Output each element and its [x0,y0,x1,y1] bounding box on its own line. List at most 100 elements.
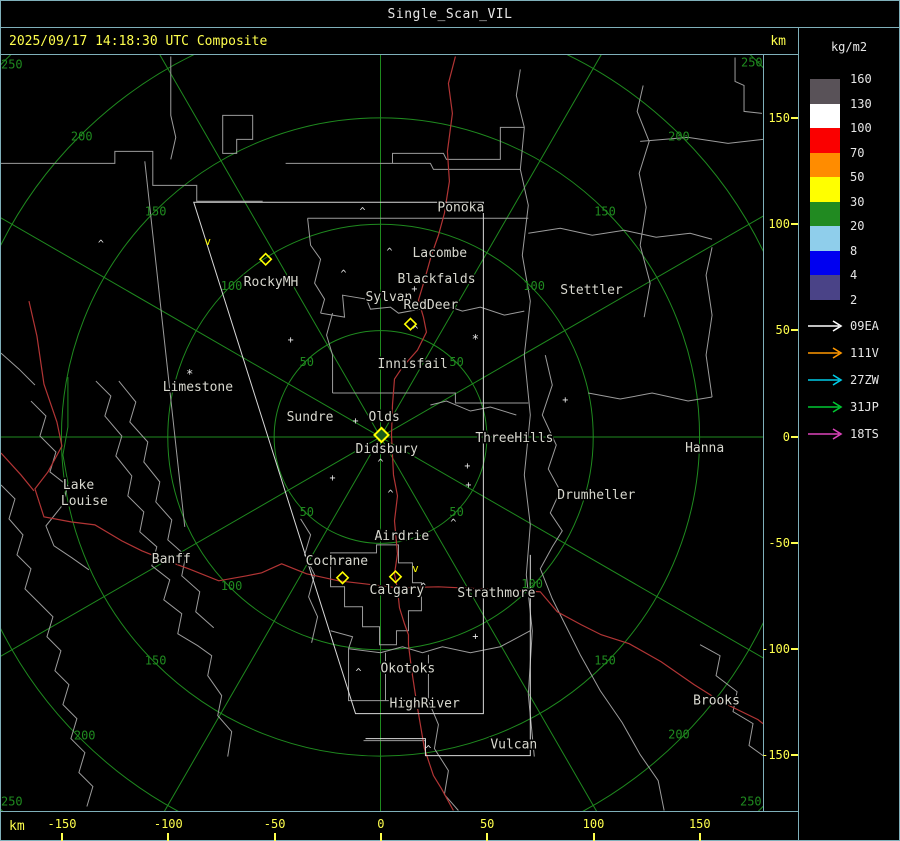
scan-timestamp: 2025/09/17 14:18:30 UTC Composite [9,33,268,49]
city-label-airdrie: Airdrie [375,529,430,544]
county-boundary [588,392,713,402]
ring-distance-label: 200 [71,129,93,143]
city-label-cochrane: Cochrane [306,554,369,569]
radar-arrow-icon-18ts [808,428,843,440]
right-axis-tick [791,541,798,544]
town-plus-marker: + [464,461,470,472]
town-star-marker: * [472,332,479,346]
right-axis: 150 100 50 0 -50 -100 -150 [761,55,798,811]
town-plus-marker: + [330,473,336,484]
legend-color-box [810,226,840,251]
ring-distance-label: 150 [594,204,616,218]
bottom-axis-tick [167,833,170,841]
bottom-axis-tick-label: 100 [582,817,605,831]
legend-title: kg/m2 [830,40,868,54]
bottom-axis-tick [273,833,276,841]
town-caret-marker: ^ [377,458,383,469]
town-plus-marker: + [353,416,359,427]
town-star-marker: * [186,367,193,381]
city-label-innisfail: Innisfail [378,357,448,372]
wind-vee-marker: v [412,562,419,575]
title-bar: Single_Scan_VIL [1,1,899,28]
city-label-highriver: HighRiver [389,697,459,712]
radar-map-canvas[interactable]: 50 5050 50100 100100 100150 150150 150200 20020… [1,55,764,811]
radar-arrow-icon-27zw [808,374,843,386]
county-boundary [528,227,713,240]
city-label-lacombe: Lacombe [412,246,467,261]
city-label-blackfalds: Blackfalds [397,272,475,287]
ring-distance-label: 50 [300,505,314,519]
radar-app-window: Single_Scan_VIL 2025/09/17 14:18:30 UTC … [0,0,900,841]
county-boundary [38,602,94,807]
city-label-lake: Lake [63,478,94,493]
right-axis-tick-label: 150 [768,111,790,125]
bottom-axis-tick-label: 0 [377,817,385,831]
ring-distance-label: 100 [221,279,243,293]
county-boundary [222,114,254,154]
county-boundary [391,126,525,164]
county-boundary [330,630,531,654]
legend-panel: kg/m2 160 130 100 70 50 30 20 8 4 2 09EA 111V 27ZW 31… [798,28,899,840]
legend-color-box [810,152,840,177]
ring-distance-label: 200 [668,129,690,143]
radar-arrow-icon-31jp [808,401,843,413]
window-title: Single_Scan_VIL [387,6,513,22]
map-row: 50 50 50 50 100 100 100 100 150 150 150 150 200 200 20… [1,55,798,812]
legend-value-label: 2 [850,292,858,307]
right-axis-unit-label: km [770,33,786,49]
legend-color-box [810,201,840,226]
legend-value-label: 50 [850,170,865,184]
radar-id-label: 111V [850,346,879,360]
right-axis-tick-label: -50 [768,535,790,550]
bottom-axis-tick [379,833,382,841]
bottom-axis-tick-label: -50 [263,817,286,831]
radial-line [163,436,381,811]
radar-id-label: 09EA [850,319,879,333]
city-label-vulcan: Vulcan [490,738,537,753]
ring-distance-label: 250 [1,795,23,809]
town-caret-marker: ^ [386,247,392,258]
county-boundary [363,740,426,755]
bottom-axis-tick [486,833,489,841]
legend-value-label: 130 [850,96,872,111]
ring-distance-label: 50 [449,355,463,369]
town-caret-marker: ^ [341,269,347,280]
right-axis-tick [791,117,798,119]
city-label-okotoks: Okotoks [381,662,436,677]
legend-value-label: 20 [850,219,865,233]
right-axis-tick [791,329,798,332]
legend-value-label: 100 [850,121,872,135]
ring-distance-label: 250 [1,57,23,71]
ring-distance-label: 150 [594,654,616,668]
bottom-axis-tick-label: -100 [153,817,183,831]
ring-distance-label: 50 [449,505,463,519]
ring-distance-label: 150 [145,204,167,218]
radar-id-label: 31JP [850,400,879,414]
right-axis-tick [791,754,798,757]
city-label-ponoka: Ponoka [437,200,484,215]
legend-value-label: 8 [850,243,858,258]
legend-color-box [810,128,840,153]
right-axis-tick-label: 100 [768,217,790,232]
town-caret-marker: ^ [356,668,362,679]
city-label-banff: Banff [152,552,191,567]
bottom-axis-tick-label: 150 [688,817,711,831]
town-caret-marker: ^ [425,745,431,756]
right-axis-tick-label: -150 [761,748,790,763]
radar-id-label: 18TS [850,427,879,441]
county-boundary [705,247,713,398]
city-label-limestone: Limestone [163,380,233,395]
town-plus-marker: + [562,395,568,406]
right-axis-tick [791,435,798,438]
city-label-louise: Louise [61,494,108,509]
ring-distance-label: 250 [741,55,763,69]
ring-distance-label: 150 [145,654,167,668]
ring-distance-label: 250 [740,795,762,809]
right-axis-tick-label: -100 [761,642,790,656]
county-boundary [170,56,177,160]
city-label-sundre: Sundre [287,410,334,425]
town-caret-marker: ^ [450,518,456,529]
county-boundary [539,354,665,811]
city-label-didsbury: Didsbury [356,442,419,457]
highway-road [1,452,35,492]
